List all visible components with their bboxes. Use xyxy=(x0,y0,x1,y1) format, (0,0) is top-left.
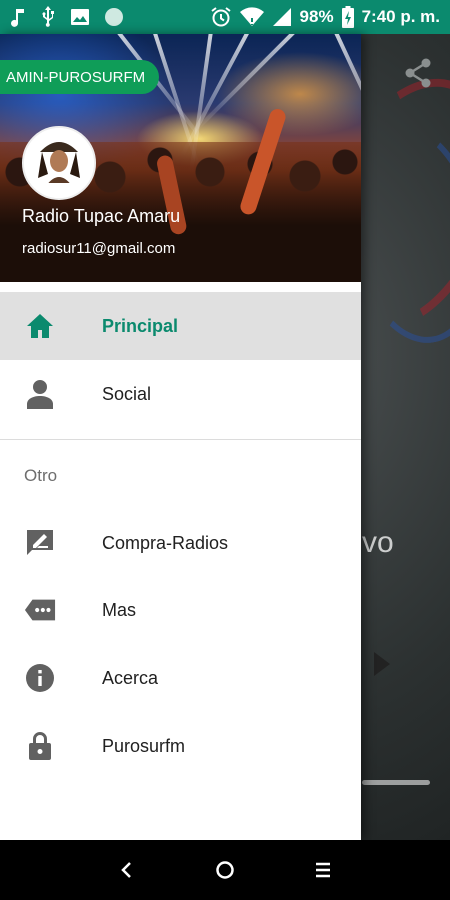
player-progress-bar[interactable] xyxy=(362,780,430,785)
share-icon[interactable] xyxy=(404,58,432,93)
lock-icon xyxy=(24,730,56,762)
menu-item-social[interactable]: Social xyxy=(0,360,361,428)
back-icon[interactable] xyxy=(114,858,138,882)
clock: 7:40 p. m. xyxy=(361,7,440,26)
battery-icon xyxy=(341,6,354,28)
navigation-drawer: AMIN-PUROSURFM Radio Tupac Amaru radiosu… xyxy=(0,34,361,840)
radio-name: Radio Tupac Amaru xyxy=(22,206,181,226)
radio-email: radiosur11@gmail.com xyxy=(22,240,176,257)
menu-nav-icon[interactable] xyxy=(311,858,335,882)
menu-item-purosurfm[interactable]: Purosurfm xyxy=(0,712,361,780)
menu-item-label: Principal xyxy=(102,315,179,336)
radio-logo-image xyxy=(24,128,94,198)
status-bar: 98% 7:40 p. m. xyxy=(0,0,450,34)
stage-light-beam xyxy=(194,34,304,132)
menu-item-mas[interactable]: Mas xyxy=(0,576,361,644)
drawer-header: AMIN-PUROSURFM Radio Tupac Amaru radiosu… xyxy=(0,34,361,282)
info-icon xyxy=(24,662,56,694)
avatar[interactable] xyxy=(22,126,96,200)
navigation-bar xyxy=(0,840,450,900)
menu-item-compra-radios[interactable]: Compra-Radios xyxy=(0,509,361,577)
section-title: Otro xyxy=(24,466,58,485)
status-left-icons xyxy=(10,6,124,28)
circle-icon xyxy=(104,7,124,27)
person-icon xyxy=(24,378,56,410)
header-badge: AMIN-PUROSURFM xyxy=(0,60,160,94)
signal-icon xyxy=(272,7,292,27)
menu-item-label: Social xyxy=(102,383,152,404)
more-label-icon xyxy=(24,594,56,626)
alarm-icon xyxy=(210,6,232,28)
status-right-icons: 98% 7:40 p. m. xyxy=(210,6,440,28)
rate-review-icon xyxy=(24,527,56,559)
menu-item-label: Mas xyxy=(102,599,137,620)
menu-item-principal[interactable]: Principal xyxy=(0,292,361,360)
home-icon xyxy=(24,310,56,342)
stage-light-beam xyxy=(179,34,254,158)
image-icon xyxy=(70,8,90,26)
menu-item-label: Acerca xyxy=(102,667,159,688)
menu-item-label: Purosurfm xyxy=(102,735,186,756)
wifi-icon xyxy=(239,7,264,27)
menu-item-label: Compra-Radios xyxy=(102,532,229,553)
menu-item-acerca[interactable]: Acerca xyxy=(0,644,361,712)
menu-divider xyxy=(0,439,361,440)
music-note-icon xyxy=(10,7,26,27)
home-nav-icon[interactable] xyxy=(213,858,237,882)
play-icon[interactable] xyxy=(374,652,390,676)
battery-percent: 98% xyxy=(299,7,334,26)
usb-icon xyxy=(40,6,56,28)
background-text: vo xyxy=(362,526,394,559)
